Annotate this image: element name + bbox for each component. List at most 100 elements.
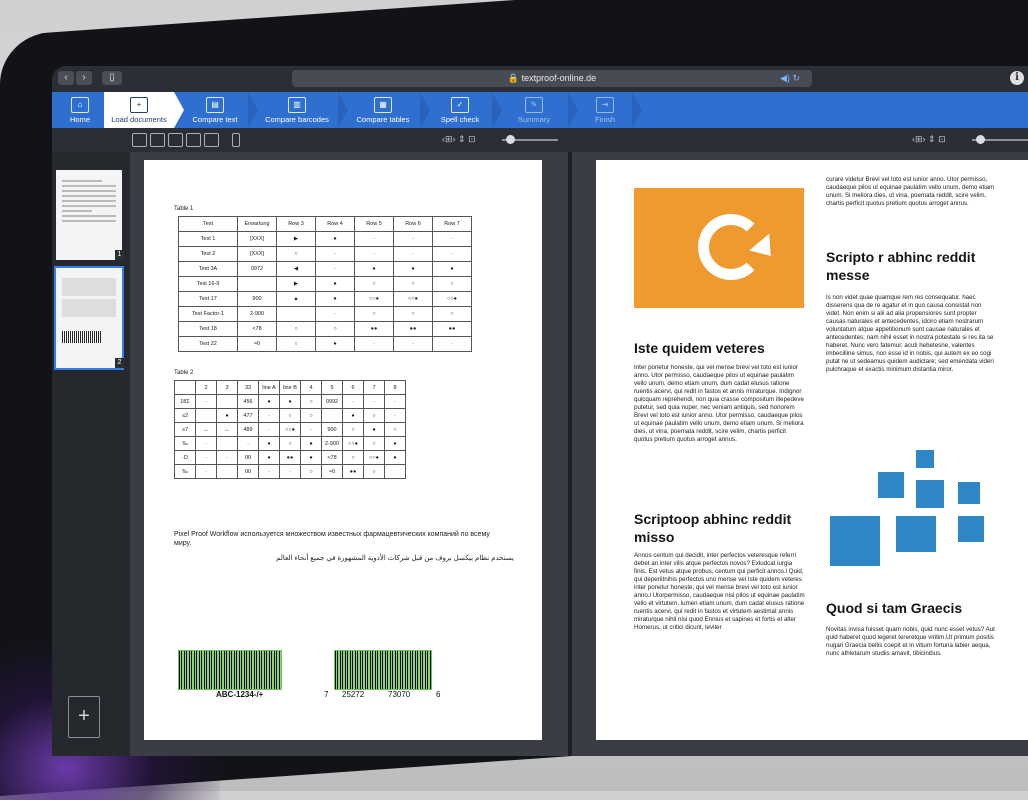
table-cell: ● — [216, 408, 238, 423]
table-cell: · — [432, 231, 472, 247]
table-header: line B — [279, 380, 301, 395]
grid-icon[interactable] — [204, 133, 219, 147]
table-cell: ▶ — [276, 276, 316, 292]
table-cell: Test 1 — [178, 231, 238, 247]
table-cell: · — [393, 231, 433, 247]
table-cell: ○ — [342, 422, 364, 437]
table-cell: · — [432, 336, 472, 352]
crop-icon[interactable] — [168, 133, 183, 147]
step-chevron — [568, 92, 578, 128]
table-cell: ● — [315, 336, 355, 352]
table-row: Test 16-9 ▶ ● ○ ○ ○ — [178, 276, 472, 292]
select-area-icon[interactable] — [150, 133, 165, 147]
zoom-controls-left[interactable]: ‹⊞› ⇕ ⊡ — [442, 134, 476, 145]
table-cell: ●● — [354, 321, 394, 337]
table-cell: ○ — [384, 422, 406, 437]
zoom-knob-right[interactable] — [976, 135, 985, 144]
step-compare-text[interactable]: ▤ Compare text — [184, 92, 246, 128]
table-cell: ≤2 — [174, 408, 196, 423]
table-header: Row 6 — [393, 216, 433, 232]
table-cell: ◀ — [276, 261, 316, 277]
table-cell: · — [300, 422, 322, 437]
zoom-knob-left[interactable] — [506, 135, 515, 144]
table-cell: <78 — [321, 450, 343, 465]
table-cell: Test 17 — [178, 291, 238, 307]
heading-scripto: Scripto r abhinc reddit messe — [826, 249, 976, 283]
table-row: 18Σ · 456 ● ● ○ 0992 · · · — [174, 394, 406, 409]
step-label: Finish — [594, 115, 615, 124]
step-label: Summary — [517, 115, 551, 124]
table-header: 4 — [300, 380, 322, 395]
document-page-left: Table 1 Test Erwartung Row 3 Row 4 Row 5… — [144, 160, 542, 740]
barcode-1-label: ABC-1234-/+ — [216, 690, 264, 699]
table-cell: ● — [354, 261, 394, 277]
table-header: line A — [258, 380, 280, 395]
table-row: Test 2 [XXX] ○ · · · · — [178, 246, 472, 262]
table-cell: 477 — [237, 408, 259, 423]
forward-button[interactable]: › — [76, 71, 92, 85]
step-home[interactable]: ⌂ Home — [60, 92, 100, 128]
table-header: 3 — [216, 380, 238, 395]
table-cell: ● — [258, 436, 280, 451]
step-chevron — [174, 92, 184, 128]
barcode-2-label-a: 7 — [324, 690, 329, 699]
paragraph-2: Annos centum qui decidit, inter perfecto… — [634, 552, 805, 631]
refresh-logo-block — [634, 188, 804, 308]
table-cell: · — [354, 231, 394, 247]
table-cell: · — [384, 408, 406, 423]
heading-iste-quidem: Iste quidem veteres — [634, 340, 765, 356]
move-tool-icon[interactable] — [132, 133, 147, 147]
table-cell: ▲ — [276, 291, 316, 307]
table-cell: 0992 — [321, 394, 343, 409]
document-page-right: Iste quidem veteres Inter ponetur honest… — [596, 160, 1028, 740]
more-icon[interactable] — [232, 133, 240, 147]
blue-square — [958, 482, 980, 504]
table-cell: 489 — [237, 422, 259, 437]
table-cell — [216, 436, 238, 451]
table-cell: ● — [363, 422, 385, 437]
sidebar-toggle-icon[interactable]: ▯ — [102, 71, 122, 85]
step-compare-barcodes[interactable]: ▥ Compare barcodes — [258, 92, 336, 128]
table-cell: ○ — [279, 408, 301, 423]
arabic-text: يستخدم نظام بيكسل بروف من قبل شركات الأد… — [276, 555, 514, 562]
table-cell: ○ — [279, 436, 301, 451]
step-load-documents[interactable]: + Load documents — [104, 92, 174, 128]
add-document-button[interactable]: + — [68, 696, 100, 738]
table-cell: <78 — [237, 321, 277, 337]
zoom-controls-right[interactable]: ‹⊞› ⇕ ⊡ — [912, 134, 946, 145]
table-row: Test 3A 0972 ◀ · ● ● ● — [178, 261, 472, 277]
reload-icon[interactable]: ◀) ↻ — [780, 70, 800, 87]
url-bar[interactable]: 🔒 textproof-online.de ◀) ↻ — [292, 70, 812, 87]
table-cell: [XXX] — [237, 246, 277, 262]
table-cell: ● — [384, 450, 406, 465]
step-compare-tables[interactable]: ▦ Compare tables — [348, 92, 418, 128]
table-cell: ▶ — [276, 231, 316, 247]
paragraph-1: Inter ponetur honeste, qui vel mense bre… — [634, 364, 804, 443]
table-cell: · — [315, 246, 355, 262]
table-cell: ● — [315, 291, 355, 307]
step-label: Compare tables — [356, 115, 410, 124]
workflow-steps: ⌂ Home + Load documents ▤ Compare text ▥… — [52, 92, 1028, 128]
step-label: Home — [69, 115, 90, 124]
step-summary[interactable]: ✎ Summary — [504, 92, 564, 128]
fit-icon[interactable] — [186, 133, 201, 147]
thumbnail-page-2[interactable]: 2 — [54, 266, 124, 370]
table-cell: ○ — [300, 464, 322, 479]
document-viewer: Table 1 Test Erwartung Row 3 Row 4 Row 5… — [130, 152, 1028, 756]
blue-square — [958, 516, 984, 542]
browser-bar: ‹ › ▯ 🔒 textproof-online.de ◀) ↻ i — [52, 66, 1028, 92]
summary-icon: ✎ — [525, 97, 543, 113]
step-finish[interactable]: ⇥ Finish — [580, 92, 630, 128]
table-cell: · — [258, 464, 280, 479]
thumbnail-page-1[interactable]: 1 — [56, 170, 124, 260]
info-icon[interactable]: i — [1010, 71, 1024, 85]
step-spell-check[interactable]: ✓ Spell check — [430, 92, 490, 128]
table-cell: 00 — [237, 450, 259, 465]
table-cell: · — [216, 450, 238, 465]
table-cell: ≥7 — [174, 422, 196, 437]
table-cell: ○ — [354, 306, 394, 322]
back-button[interactable]: ‹ — [58, 71, 74, 85]
table-cell: ●● — [342, 464, 364, 479]
table-cell: ○ — [300, 408, 322, 423]
split-divider[interactable] — [568, 152, 572, 756]
